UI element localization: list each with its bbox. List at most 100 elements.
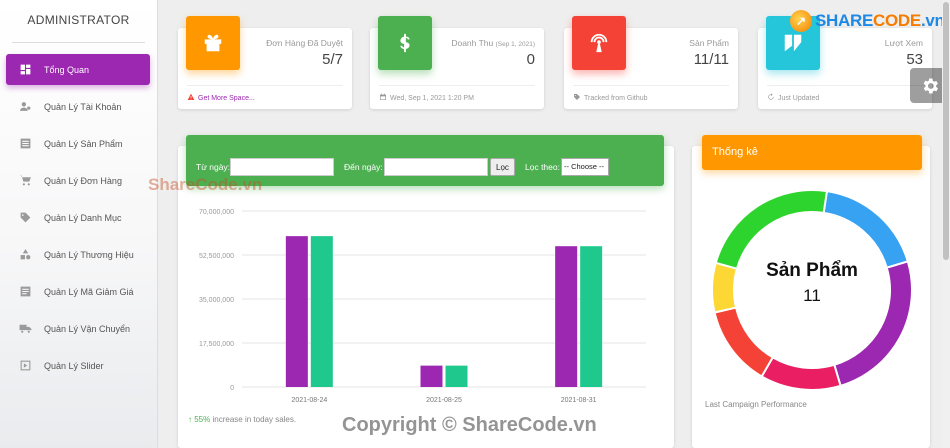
bar — [285, 236, 308, 387]
page-scrollbar[interactable] — [942, 0, 950, 448]
stat-title: Đơn Hàng Đã Duyệt — [266, 38, 343, 48]
ticket-icon — [18, 285, 32, 299]
stat-title: Sản Phẩm — [689, 38, 729, 48]
y-tick-label: 70,000,000 — [199, 209, 234, 216]
sidebar-nav: Tổng Quan Quản Lý Tài Khoản Quản Lý Sản Ph… — [0, 54, 158, 387]
sales-bar-chart: 70,000,000 52,500,000 35,000,000 17,500,000… — [199, 209, 646, 404]
stat-card: Doanh Thu (Sep 1, 2021) 0 Wed, Sep 1, 2021… — [370, 16, 544, 109]
bar — [580, 246, 603, 387]
stat-card: Sản Phẩm 11/11 Tracked from Github — [564, 16, 738, 109]
to-date-label: Đến ngày: — [344, 162, 383, 172]
cart-icon — [19, 175, 31, 186]
arrow-up-icon: ↑ — [188, 415, 192, 424]
to-date-input[interactable] — [384, 158, 488, 176]
donut-segment — [760, 356, 842, 391]
sales-increase-note: ↑ 55% increase in today sales. — [188, 415, 296, 424]
stat-footer-text[interactable]: Get More Space... — [198, 95, 255, 102]
sidebar-item-label: Quản Lý Danh Mục — [44, 212, 122, 223]
slider-icon — [20, 360, 30, 371]
stat-footer-text: Tracked from Github — [584, 94, 648, 102]
logo-text-a: SHARE — [815, 11, 874, 30]
stat-footer: Tracked from Github — [573, 85, 729, 103]
sidebar-item-label: Quản Lý Thương Hiệu — [44, 249, 134, 260]
bar — [445, 365, 468, 387]
broadcast-icon — [572, 16, 626, 70]
sidebar-item[interactable]: Quản Lý Slider — [6, 350, 150, 381]
sidebar-item[interactable]: Quản Lý Đơn Hàng — [6, 165, 150, 196]
x-tick-label: 2021-08-24 — [291, 397, 327, 404]
donut-footer: Last Campaign Performance — [705, 400, 807, 409]
truck-icon — [19, 324, 31, 333]
sidebar-item[interactable]: Tổng Quan — [6, 54, 150, 85]
increase-percent: 55% — [194, 415, 211, 424]
increase-text: increase in today sales. — [212, 415, 297, 424]
broadcast-icon — [590, 33, 608, 53]
sidebar-item[interactable]: Quản Lý Vận Chuyển — [6, 313, 150, 344]
filter-button[interactable]: Lọc — [490, 158, 515, 176]
users-icon — [18, 100, 32, 114]
stat-value: 11/11 — [693, 51, 729, 68]
logo-text-b: CODE — [873, 11, 921, 30]
bar — [555, 246, 578, 387]
refresh-icon — [767, 93, 775, 103]
sidebar-item[interactable]: Quản Lý Danh Mục — [6, 202, 150, 233]
divider — [12, 42, 145, 43]
ticket-icon — [20, 286, 30, 297]
calendar-icon — [379, 93, 387, 103]
stat-title: Doanh Thu (Sep 1, 2021) — [451, 38, 535, 48]
donut-center-label: Sản Phẩm 11 — [732, 260, 892, 306]
cart-icon — [18, 174, 32, 188]
x-tick-label: 2021-08-25 — [426, 397, 462, 404]
refresh-icon — [768, 93, 774, 100]
statistics-header: Thống kê — [702, 135, 922, 170]
truck-icon — [18, 322, 32, 336]
gear-icon — [923, 78, 938, 93]
calendar-icon — [380, 93, 386, 100]
stat-footer: Get More Space... — [187, 85, 343, 103]
scrollbar-thumb[interactable] — [943, 2, 949, 260]
donut-segment — [713, 306, 775, 378]
y-tick-label: 17,500,000 — [199, 341, 234, 348]
sidebar-item[interactable]: Quản Lý Sản Phẩm — [6, 128, 150, 159]
view-icon — [784, 34, 802, 52]
tag-icon — [574, 94, 580, 100]
from-date-label: Từ ngày: — [196, 162, 231, 172]
slider-icon — [18, 359, 32, 373]
sidebar-item[interactable]: Quản Lý Thương Hiệu — [6, 239, 150, 270]
donut-segment — [822, 189, 910, 269]
stat-value: 5/7 — [322, 51, 343, 68]
sharecode-logo-icon: ↗ — [790, 10, 812, 32]
date-filter-bar: Từ ngày: Đến ngày: Lọc Lọc theo: -- Choo… — [186, 135, 664, 186]
stat-value: 0 — [526, 51, 535, 68]
gift-icon — [186, 16, 240, 70]
sidebar: ADMINISTRATOR Tổng Quan Quản Lý Tài Khoản… — [0, 0, 158, 448]
sharecode-logo: ↗ SHARECODE.vn — [790, 10, 945, 32]
dollar-icon — [378, 16, 432, 70]
users-icon — [19, 102, 30, 111]
filter-by-select[interactable]: -- Choose -- — [561, 158, 609, 176]
sidebar-item[interactable]: Quản Lý Tài Khoản — [6, 91, 150, 122]
stat-card: Đơn Hàng Đã Duyệt 5/7 Get More Space... — [178, 16, 352, 109]
stat-card: Lượt Xem 53 Just Updated — [758, 16, 932, 109]
warning-icon — [187, 93, 195, 103]
sidebar-title: ADMINISTRATOR — [27, 13, 130, 27]
donut-label-value: 11 — [803, 286, 821, 305]
sidebar-item-label: Quản Lý Vận Chuyển — [44, 323, 131, 334]
stat-footer: Just Updated — [767, 85, 923, 103]
sidebar-item[interactable]: Quản Lý Mã Giảm Giá — [6, 276, 150, 307]
sidebar-item-label: Quản Lý Mã Giảm Giá — [44, 286, 134, 297]
stat-footer-text: Wed, Sep 1, 2021 1:20 PM — [390, 94, 474, 102]
y-tick-label: 52,500,000 — [199, 253, 234, 260]
from-date-input[interactable] — [230, 158, 334, 176]
warning-icon — [187, 93, 195, 100]
donut-label-title: Sản Phẩm — [766, 260, 858, 281]
sidebar-item-label: Quản Lý Slider — [44, 360, 104, 371]
shapes-icon — [18, 248, 32, 262]
y-tick-label: 35,000,000 — [199, 297, 234, 304]
list-icon — [18, 137, 32, 151]
filter-by-label: Lọc theo: — [525, 162, 560, 172]
tag-icon — [573, 93, 581, 103]
dashboard-icon — [18, 63, 32, 77]
stat-title: Lượt Xem — [884, 38, 923, 48]
sidebar-item-label: Tổng Quan — [44, 64, 90, 75]
